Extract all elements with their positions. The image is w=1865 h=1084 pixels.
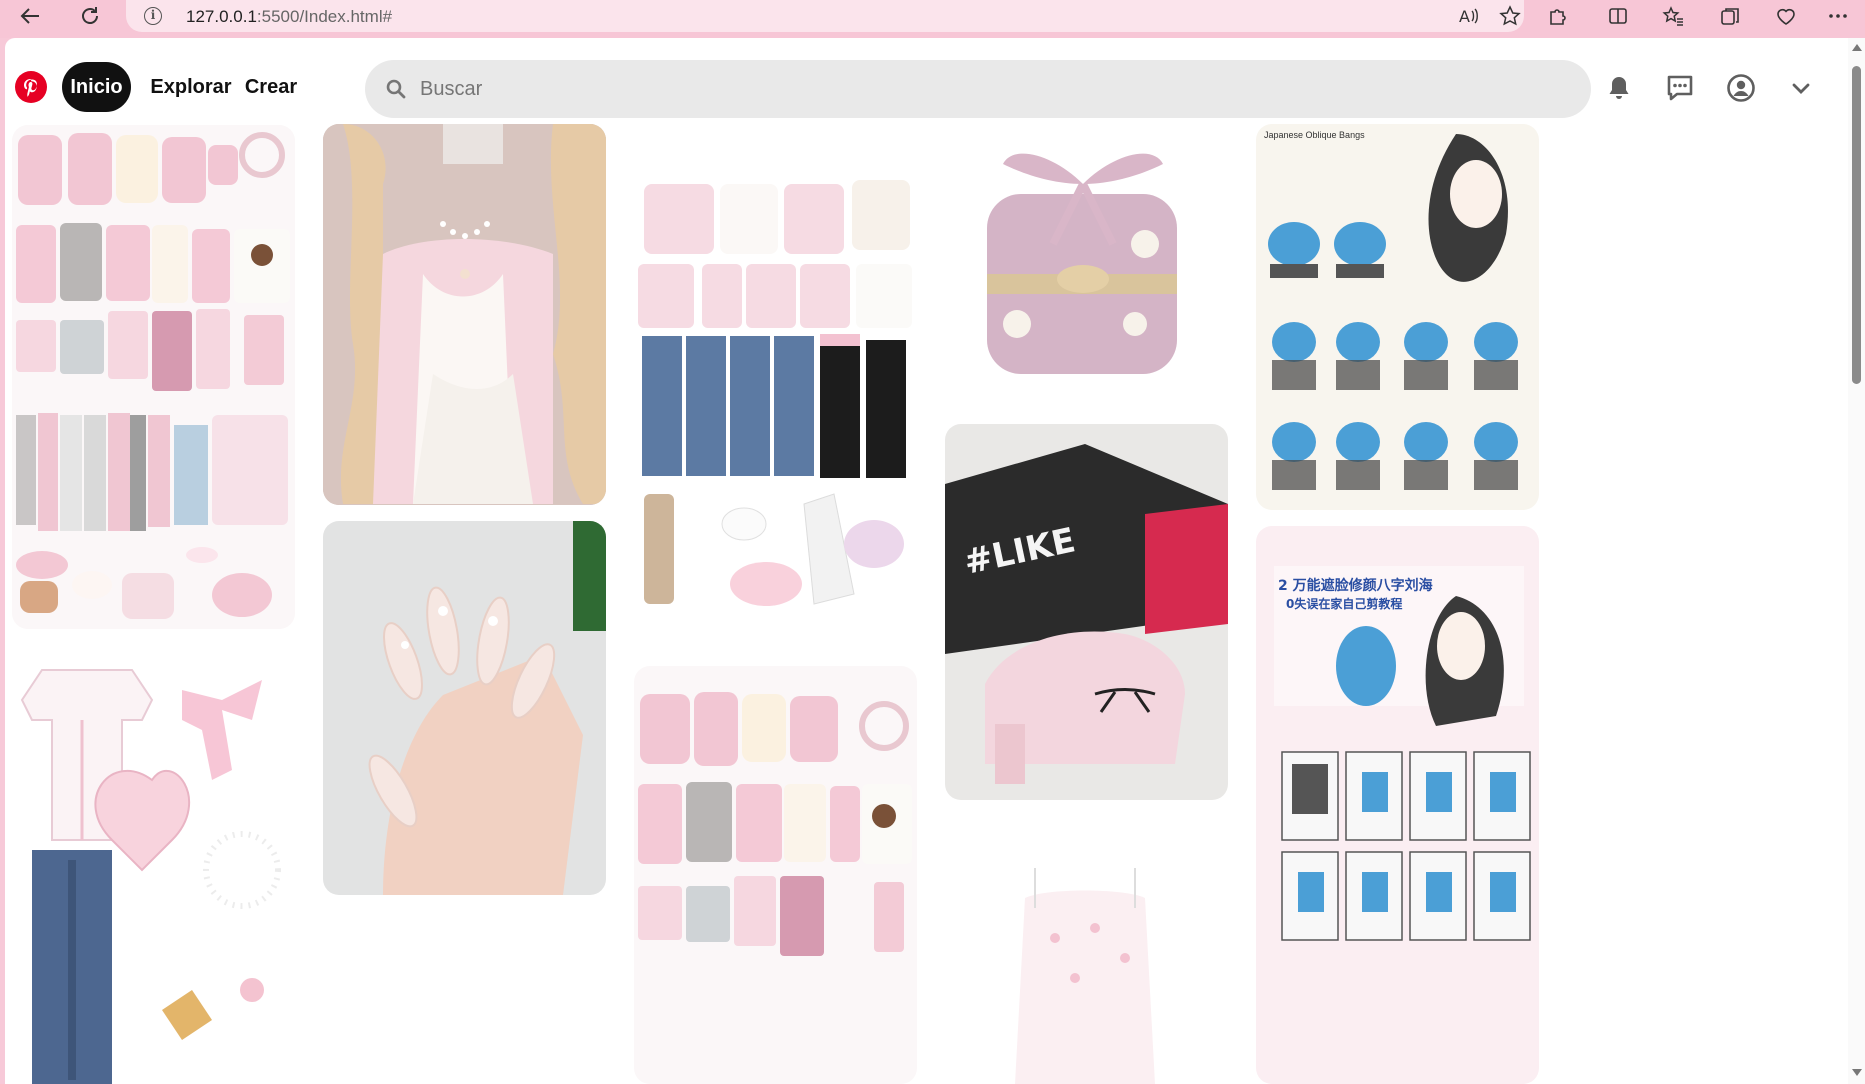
pin-card[interactable]: Japanese Oblique Bangs	[1256, 124, 1539, 510]
pin-image: Japanese Oblique Bangs	[1256, 124, 1539, 510]
search-icon	[385, 78, 407, 105]
pin-card[interactable]	[634, 666, 917, 1084]
pin-image	[12, 650, 295, 1084]
address-bar[interactable]: i 127.0.0.1:5500/Index.html# A	[126, 0, 1524, 32]
tutorial-title: Japanese Oblique Bangs	[1264, 130, 1365, 140]
back-arrow-icon[interactable]	[10, 0, 50, 32]
notifications-bell-icon[interactable]	[1599, 68, 1639, 108]
pin-image	[323, 521, 606, 895]
pin-image	[634, 666, 917, 1084]
extensions-puzzle-icon[interactable]	[1540, 0, 1576, 32]
pin-card[interactable]: #LIKE	[945, 424, 1228, 800]
profile-avatar-icon[interactable]	[1721, 68, 1761, 108]
browser-toolbar: i 127.0.0.1:5500/Index.html# A	[0, 0, 1865, 38]
search-bar[interactable]	[365, 60, 1591, 118]
reload-icon[interactable]	[70, 0, 110, 32]
scroll-up-arrow-icon[interactable]	[1852, 44, 1862, 51]
favorite-star-icon[interactable]	[1492, 0, 1528, 32]
pin-image	[945, 124, 1228, 392]
pin-card[interactable]	[945, 828, 1228, 1084]
pin-image	[323, 124, 606, 505]
read-aloud-icon[interactable]: A	[1450, 0, 1486, 32]
pin-card[interactable]	[323, 124, 606, 505]
pin-image	[945, 828, 1228, 1084]
collections-icon[interactable]	[1712, 0, 1748, 32]
url-text[interactable]: 127.0.0.1:5500/Index.html#	[186, 7, 392, 27]
pinterest-logo-icon[interactable]	[15, 71, 47, 103]
nav-explorar[interactable]: Explorar	[149, 62, 233, 112]
site-info-icon[interactable]: i	[144, 7, 162, 25]
pin-image: #LIKE	[945, 424, 1228, 800]
pin-image: 2 万能遮脸修颜八字刘海 0失误在家自己剪教程	[1256, 526, 1539, 1084]
svg-text:A: A	[1459, 7, 1470, 26]
pin-card[interactable]	[12, 125, 295, 629]
favorites-icon[interactable]	[1655, 0, 1691, 32]
page-scrollbar[interactable]	[1848, 38, 1865, 1084]
split-screen-icon[interactable]	[1600, 0, 1636, 32]
more-options-icon[interactable]	[1820, 0, 1856, 32]
pin-card[interactable]	[634, 124, 917, 650]
scroll-down-arrow-icon[interactable]	[1852, 1069, 1862, 1076]
pin-image	[12, 125, 295, 629]
pin-card[interactable]	[945, 124, 1228, 392]
page: Inicio Explorar Crear Buscar #LIKE Japan…	[5, 38, 1865, 1084]
browser-essentials-icon[interactable]	[1768, 0, 1804, 32]
search-input[interactable]	[420, 60, 1540, 118]
pin-card[interactable]	[12, 650, 295, 1084]
pin-card[interactable]	[323, 521, 606, 895]
pin-image	[634, 124, 917, 650]
pin-card[interactable]: 2 万能遮脸修颜八字刘海 0失误在家自己剪教程	[1256, 526, 1539, 1084]
account-chevron-down-icon[interactable]	[1781, 68, 1821, 108]
messages-icon[interactable]	[1660, 68, 1700, 108]
tutorial-title: 2 万能遮脸修颜八字刘海	[1278, 577, 1433, 594]
tutorial-subtitle: 0失误在家自己剪教程	[1286, 596, 1402, 611]
scrollbar-thumb[interactable]	[1852, 66, 1861, 384]
nav-crear[interactable]: Crear	[241, 62, 301, 112]
nav-inicio[interactable]: Inicio	[62, 62, 131, 112]
